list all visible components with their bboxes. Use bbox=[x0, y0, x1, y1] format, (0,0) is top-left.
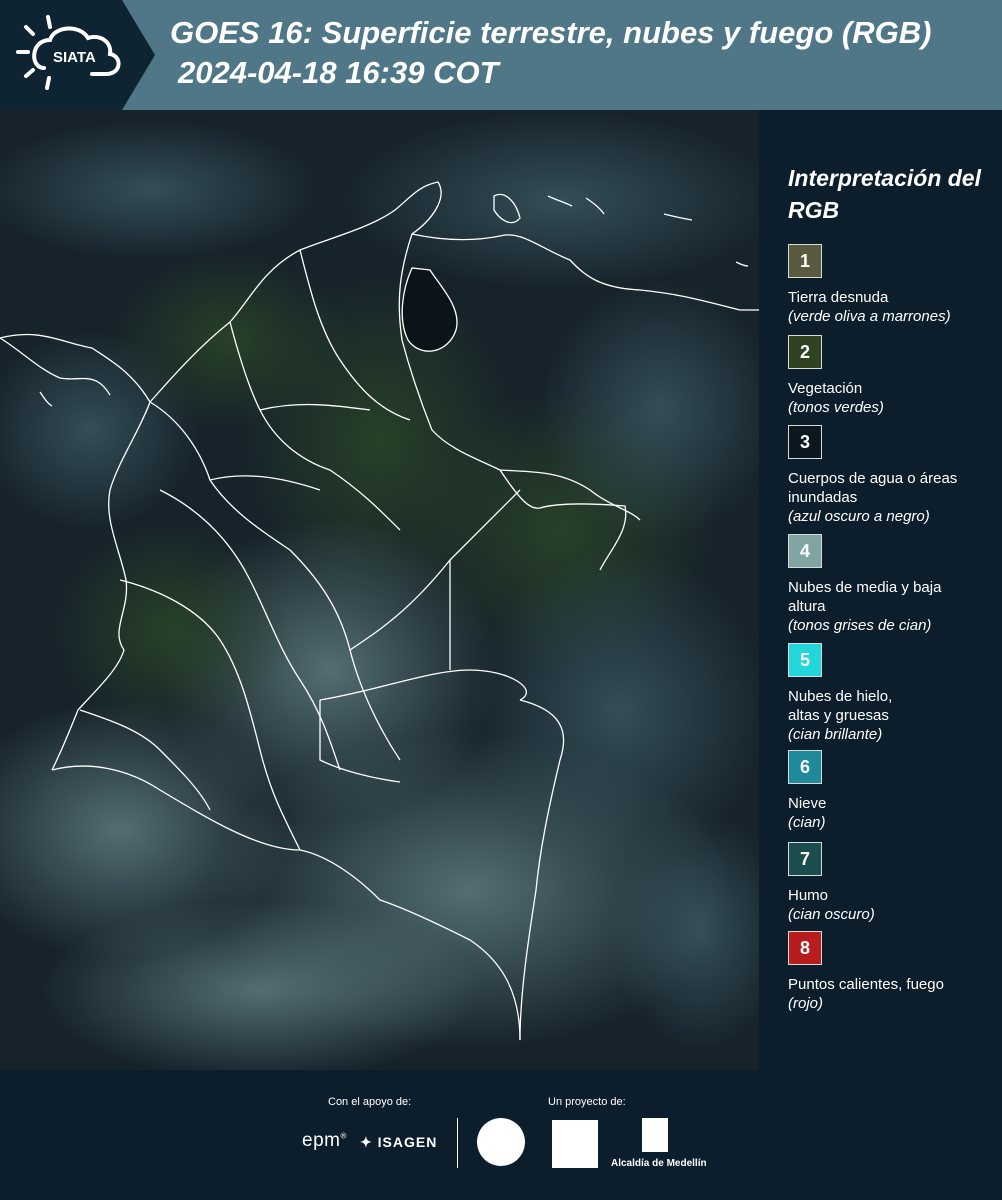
legend-note-3: (azul oscuro a negro) bbox=[788, 508, 930, 525]
epm-logo: epm® bbox=[302, 1130, 347, 1151]
legend-swatch-1: 1 bbox=[788, 244, 822, 278]
page-title: GOES 16: Superficie terrestre, nubes y f… bbox=[170, 15, 932, 50]
legend-item-7: 7 Humo (cian oscuro) bbox=[788, 842, 998, 924]
legend-label-6: Nieve bbox=[788, 795, 827, 812]
legend-item-4: 4 Nubes de media y baja altura (tonos gr… bbox=[788, 534, 998, 635]
legend-item-2: 2 Vegetación (tonos verdes) bbox=[788, 335, 998, 417]
header-chevron bbox=[122, 0, 160, 110]
legend-swatch-6: 6 bbox=[788, 750, 822, 784]
legend-note-1: (verde oliva a marrones) bbox=[788, 308, 951, 325]
project-label: Un proyecto de: bbox=[548, 1096, 626, 1108]
legend-swatch-2: 2 bbox=[788, 335, 822, 369]
legend-swatch-8: 8 bbox=[788, 931, 822, 965]
footer: Con el apoyo de: Un proyecto de: epm® ✦ … bbox=[0, 1070, 1002, 1200]
legend-item-1: 1 Tierra desnuda (verde oliva a marrones… bbox=[788, 244, 998, 326]
legend-note-2: (tonos verdes) bbox=[788, 399, 884, 416]
legend-swatch-4: 4 bbox=[788, 534, 822, 568]
area-metropolitana-logo-icon bbox=[552, 1120, 598, 1168]
legend-swatch-5: 5 bbox=[788, 643, 822, 677]
legend-note-5: (cian brillante) bbox=[788, 726, 883, 743]
epm-logo-text: epm bbox=[302, 1130, 341, 1151]
alcaldia-shield-icon bbox=[642, 1118, 668, 1152]
legend-item-6: 6 Nieve (cian) bbox=[788, 750, 998, 832]
satellite-image bbox=[0, 110, 759, 1070]
legend-note-4: (tonos grises de cian) bbox=[788, 617, 932, 634]
legend-label-5: Nubes de hielo, altas y gruesas bbox=[788, 688, 893, 724]
isagen-logo-text: ISAGEN bbox=[377, 1134, 438, 1150]
alcaldia-label: Alcaldía de Medellín bbox=[611, 1158, 707, 1169]
legend-note-6: (cian) bbox=[788, 814, 826, 831]
legend-swatch-7: 7 bbox=[788, 842, 822, 876]
legend-label-8: Puntos calientes, fuego bbox=[788, 976, 944, 993]
university-seal-icon bbox=[477, 1118, 525, 1166]
legend-note-8: (rojo) bbox=[788, 995, 824, 1012]
isagen-logo: ✦ ISAGEN bbox=[360, 1134, 438, 1150]
legend-label-2: Vegetación bbox=[788, 380, 863, 397]
support-label: Con el apoyo de: bbox=[328, 1096, 412, 1108]
logo-block: SIATA bbox=[0, 0, 160, 110]
satellite-map[interactable] bbox=[0, 110, 762, 1070]
legend-panel: Interpretación del RGB 1 Tierra desnuda … bbox=[762, 110, 1002, 1070]
legend-item-8: 8 Puntos calientes, fuego (rojo) bbox=[788, 931, 998, 1013]
legend-item-3: 3 Cuerpos de agua o áreas inundadas (azu… bbox=[788, 425, 998, 526]
timestamp: 2024-04-18 16:39 COT bbox=[178, 55, 499, 90]
footer-divider bbox=[457, 1118, 458, 1168]
legend-label-1: Tierra desnuda bbox=[788, 289, 889, 306]
legend-note-7: (cian oscuro) bbox=[788, 906, 875, 923]
legend-label-4: Nubes de media y baja altura bbox=[788, 579, 942, 615]
legend-label-3: Cuerpos de agua o áreas inundadas bbox=[788, 470, 958, 506]
legend-label-7: Humo bbox=[788, 887, 829, 904]
legend-item-5: 5 Nubes de hielo, altas y gruesas (cian … bbox=[788, 643, 998, 744]
legend-title: Interpretación del RGB bbox=[788, 165, 981, 223]
legend-swatch-3: 3 bbox=[788, 425, 822, 459]
header-bar: SIATA GOES 16: Superficie terrestre, nub… bbox=[0, 0, 1002, 110]
